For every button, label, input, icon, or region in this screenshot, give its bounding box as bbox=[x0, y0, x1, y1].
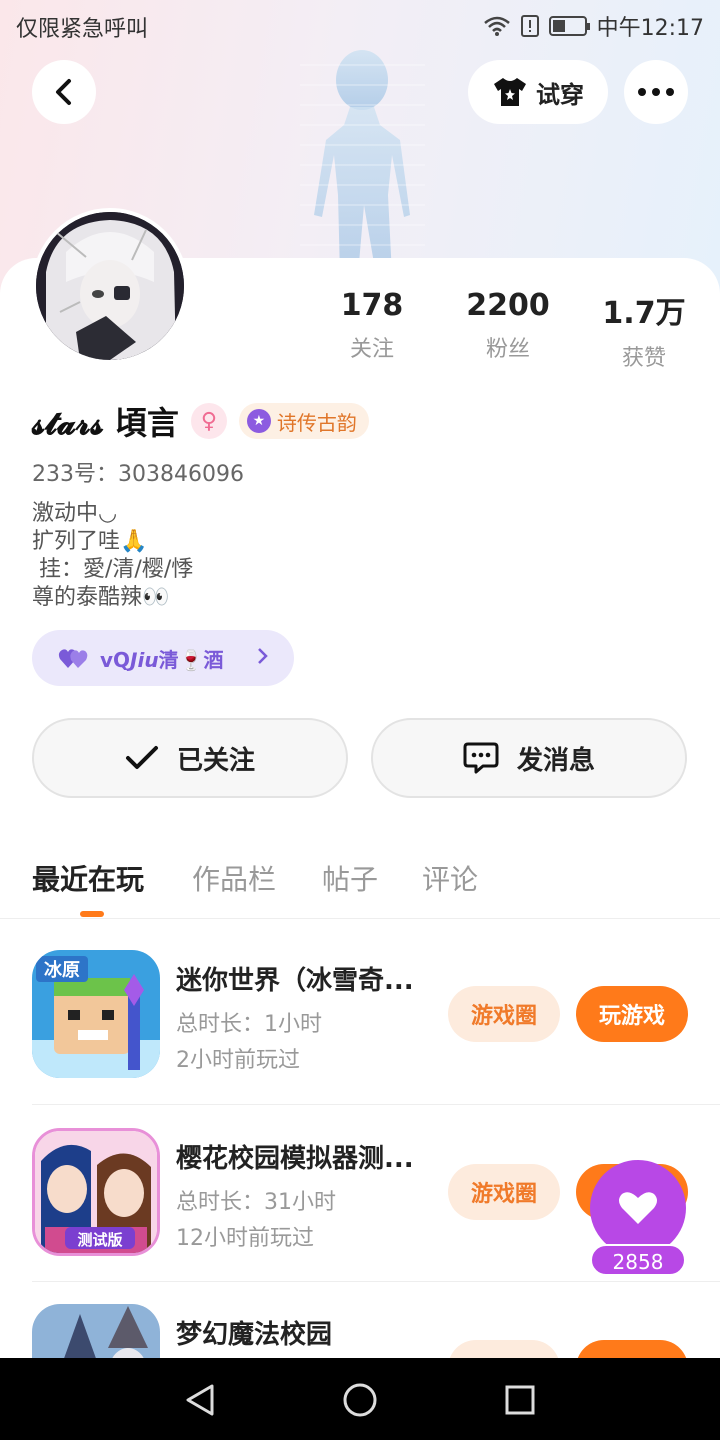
cp-name: vQ𝙅𝙞𝙪清🍷酒 bbox=[100, 647, 224, 672]
nav-recents-button[interactable] bbox=[498, 1378, 542, 1422]
system-navigation-bar bbox=[0, 1358, 720, 1440]
more-dots-icon bbox=[638, 88, 674, 96]
status-icons: 中午12:17 bbox=[483, 10, 704, 42]
floating-like-button[interactable] bbox=[590, 1160, 686, 1256]
row-divider bbox=[32, 1281, 720, 1282]
following-label: 关注 bbox=[349, 337, 394, 362]
chevron-right-icon bbox=[256, 646, 268, 670]
game-item[interactable]: 测试版 樱花校园模拟器测... 总时长：31小时 12小时前玩过 游戏圈 玩游戏 bbox=[32, 1128, 688, 1268]
stat-followers[interactable]: 2200 粉丝 bbox=[438, 288, 578, 363]
tshirt-icon bbox=[494, 78, 526, 106]
avatar-3d-figure bbox=[300, 50, 425, 275]
like-count-badge: 2858 bbox=[590, 1244, 686, 1276]
cp-relation-chip[interactable]: vQ𝙅𝙞𝙪清🍷酒 bbox=[32, 630, 294, 686]
stat-likes[interactable]: 1.7万 获赞 bbox=[574, 288, 714, 372]
play-game-button[interactable]: 玩游戏 bbox=[576, 986, 688, 1042]
avatar-image bbox=[36, 212, 184, 360]
game-icon-sakura-school: 测试版 bbox=[32, 1128, 160, 1256]
likes-count: 1.7万 bbox=[602, 296, 686, 331]
chat-bubble-icon bbox=[463, 742, 499, 774]
user-id[interactable]: 233号：303846096 bbox=[32, 456, 244, 488]
game-duration: 总时长：1小时 bbox=[176, 1012, 322, 1037]
tab-comments[interactable]: 评论 bbox=[422, 858, 478, 898]
nav-back-button[interactable] bbox=[178, 1378, 222, 1422]
game-last-played: 2小时前玩过 bbox=[176, 1048, 300, 1073]
svg-text:冰原: 冰原 bbox=[44, 959, 80, 981]
profile-tabs: 最近在玩 作品栏 帖子 评论 bbox=[32, 852, 720, 912]
follow-label: 已关注 bbox=[176, 745, 255, 776]
title-badge[interactable]: ★ 诗传古韵 bbox=[238, 403, 369, 439]
game-duration: 总时长：31小时 bbox=[176, 1190, 336, 1215]
square-recents-icon bbox=[505, 1385, 535, 1415]
alert-sim-icon bbox=[520, 15, 539, 37]
svg-text:测试版: 测试版 bbox=[77, 1231, 122, 1249]
message-label: 发消息 bbox=[516, 745, 595, 776]
game-icon-mini-world: 冰原 bbox=[32, 950, 160, 1078]
game-title: 樱花校园模拟器测... bbox=[176, 1144, 414, 1174]
game-circle-button[interactable]: 游戏圈 bbox=[448, 986, 560, 1042]
triangle-back-icon bbox=[186, 1384, 214, 1416]
followers-count: 2200 bbox=[466, 288, 550, 323]
back-chevron-icon bbox=[56, 79, 71, 105]
tabs-divider bbox=[0, 918, 720, 919]
tryon-button[interactable]: 试穿 bbox=[468, 60, 608, 124]
star-badge-icon: ★ bbox=[246, 409, 271, 433]
circle-home-icon bbox=[343, 1383, 377, 1417]
nav-home-button[interactable] bbox=[338, 1378, 382, 1422]
profile-stats: 178 关注 2200 粉丝 1.7万 获赞 bbox=[300, 288, 720, 371]
game-circle-button[interactable]: 游戏圈 bbox=[448, 1164, 560, 1220]
title-badge-label: 诗传古韵 bbox=[276, 410, 357, 435]
username: 𝓼𝓽𝓪𝓻𝓼 頃言 bbox=[32, 404, 179, 442]
more-button[interactable] bbox=[624, 60, 688, 124]
back-button[interactable] bbox=[32, 60, 96, 124]
battery-icon bbox=[548, 16, 590, 36]
gender-female-icon: ♀ bbox=[190, 403, 227, 439]
tab-recent-played[interactable]: 最近在玩 bbox=[32, 858, 144, 898]
active-tab-indicator bbox=[80, 911, 104, 917]
likes-label: 获赞 bbox=[621, 346, 666, 371]
double-heart-icon bbox=[58, 649, 88, 668]
wifi-icon bbox=[483, 16, 510, 36]
check-icon bbox=[125, 746, 158, 769]
name-row: 𝓼𝓽𝓪𝓻𝓼 頃言 ♀ ★ 诗传古韵 bbox=[32, 398, 369, 444]
game-item[interactable]: 冰原 迷你世界（冰雪奇... 总时长：1小时 2小时前玩过 游戏圈 玩游戏 bbox=[32, 950, 688, 1090]
status-bar: 仅限紧急呼叫 中午12:17 bbox=[0, 0, 720, 50]
game-title: 迷你世界（冰雪奇... bbox=[176, 966, 414, 996]
follow-button[interactable]: 已关注 bbox=[32, 718, 348, 798]
game-title: 梦幻魔法校园 bbox=[176, 1320, 333, 1350]
bio-text: 激动中◡ 扩列了哇🙏 挂：愛/清/樱/悸 尊的泰酷辣👀 bbox=[32, 501, 194, 610]
clock-text: 中午12:17 bbox=[596, 16, 704, 41]
followers-label: 粉丝 bbox=[485, 337, 530, 362]
heart-icon bbox=[619, 1192, 657, 1224]
game-last-played: 12小时前玩过 bbox=[176, 1226, 314, 1251]
row-divider bbox=[32, 1104, 720, 1105]
message-button[interactable]: 发消息 bbox=[371, 718, 687, 798]
tryon-label: 试穿 bbox=[536, 80, 584, 109]
following-count: 178 bbox=[340, 288, 404, 323]
stat-following[interactable]: 178 关注 bbox=[302, 288, 442, 363]
avatar[interactable] bbox=[32, 208, 188, 364]
tab-posts[interactable]: 帖子 bbox=[322, 858, 378, 898]
carrier-text: 仅限紧急呼叫 bbox=[16, 17, 149, 42]
tab-works[interactable]: 作品栏 bbox=[192, 858, 276, 898]
